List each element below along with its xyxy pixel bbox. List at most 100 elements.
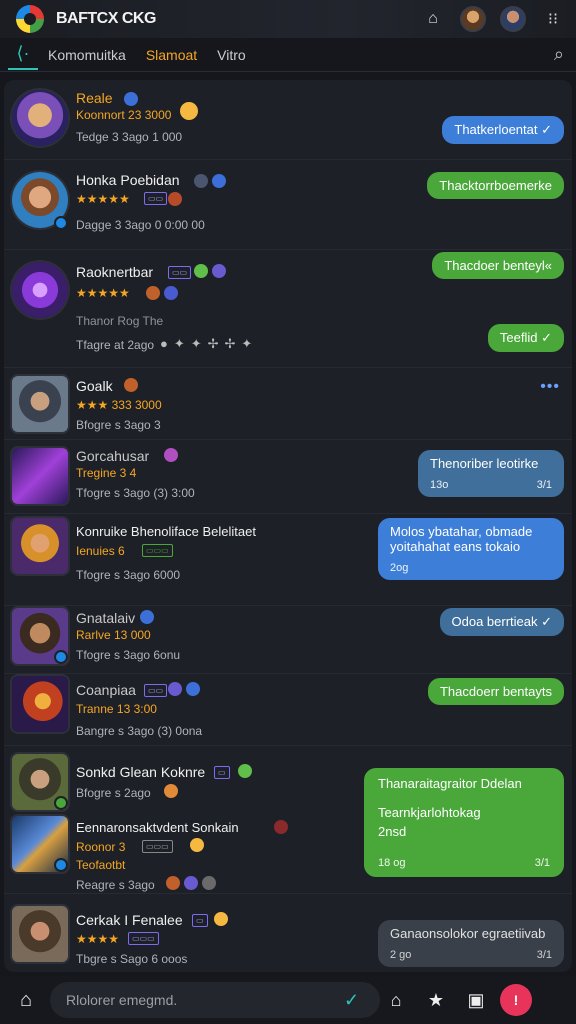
emoji-icon bbox=[194, 264, 208, 278]
message-line-2: yoitahahat eans tokaio bbox=[390, 539, 521, 554]
avatar bbox=[12, 448, 68, 504]
avatar bbox=[12, 376, 68, 432]
message-input[interactable] bbox=[50, 982, 380, 1018]
search-icon[interactable]: ⌕ bbox=[554, 44, 564, 65]
rating-stars: ★★★★★ bbox=[76, 286, 130, 300]
message-bubble[interactable]: Thacdoer benteyl« bbox=[432, 252, 564, 279]
emoji-icon bbox=[168, 682, 182, 696]
message-line-2: Tearnkjarlohtokag bbox=[378, 805, 481, 820]
message-time: 13o bbox=[430, 479, 449, 491]
emoji-icon bbox=[214, 912, 228, 926]
back-icon[interactable]: ⟨· bbox=[8, 40, 38, 70]
message-bubble[interactable]: Teeflid ✓ bbox=[487, 324, 564, 352]
message-count: 3/1 bbox=[534, 857, 550, 869]
contact-name: Reale bbox=[76, 90, 113, 106]
tab-3[interactable]: Vitro bbox=[207, 38, 256, 72]
online-badge bbox=[54, 216, 68, 230]
last-seen: Tfogre s 3ago 6000 bbox=[76, 568, 181, 582]
contact-name: Gorcahusar bbox=[76, 448, 150, 464]
more-options-icon[interactable]: ⁝⁝ bbox=[540, 6, 566, 32]
send-icon[interactable]: ✓ bbox=[344, 990, 372, 1011]
profile-avatar[interactable] bbox=[460, 6, 486, 32]
contact-name: Gnatalaiv bbox=[76, 610, 136, 626]
last-seen: Bfogre s 2ago bbox=[76, 786, 151, 800]
contact-name: Raoknertbar bbox=[76, 264, 154, 280]
chat-row[interactable]: Raoknertbar ▭▭ ★★★★★ Thanor Rog The Tfag… bbox=[4, 250, 572, 368]
emoji-icon bbox=[212, 264, 226, 278]
message-time: 2 go bbox=[390, 949, 412, 961]
message-bubble[interactable]: Ganaonsolokor egraetiivab 2 go 3/1 bbox=[378, 920, 564, 967]
last-seen: Tedge 3 3ago 1 000 bbox=[76, 130, 183, 144]
level-tag: ▭ bbox=[192, 914, 208, 927]
avatar bbox=[12, 90, 68, 146]
chat-list: Reale Koonnort 23 3000 Tedge 3 3ago 1 00… bbox=[4, 80, 572, 972]
status-icon bbox=[194, 174, 208, 188]
level-tag: ▭▭▭ bbox=[142, 544, 173, 557]
message-count: 3/1 bbox=[536, 949, 552, 961]
avatar bbox=[12, 518, 68, 574]
message-time: 2og bbox=[390, 562, 409, 574]
message-text: Thenoriber leotirke bbox=[430, 456, 539, 471]
chat-row[interactable]: Gnatalaiv Rarlve 13 000 Tfogre s 3ago 6o… bbox=[4, 606, 572, 674]
tab-2[interactable]: Slamoat bbox=[136, 38, 207, 72]
verified-icon bbox=[212, 174, 226, 188]
status-text: Thanor Rog The bbox=[76, 314, 164, 328]
store-icon[interactable]: ⌂ bbox=[420, 6, 446, 32]
chat-row[interactable]: Goalk ★★★ 333 3000 Bfogre s 3ago 3 ••• bbox=[4, 368, 572, 440]
emoji-icon bbox=[146, 286, 160, 300]
tab-bar: ⟨· Komomuitka Slamoat Vitro ⌕ bbox=[0, 38, 576, 72]
last-seen: Bfogre s 3ago 3 bbox=[76, 418, 161, 432]
emoji-icon bbox=[184, 876, 198, 890]
message-line-3: 2nsd bbox=[378, 824, 407, 839]
shop-icon[interactable]: ⌂ bbox=[380, 984, 412, 1016]
chat-row[interactable]: Reale Koonnort 23 3000 Tedge 3 3ago 1 00… bbox=[4, 80, 572, 160]
online-badge bbox=[54, 796, 68, 810]
chat-row[interactable]: Konruike Bhenoliface Belelitaet Ienuies … bbox=[4, 514, 572, 606]
chat-row[interactable]: Coanpiaa ▭▭ Tranne 13 3:00 Bangre s 3ago… bbox=[4, 674, 572, 746]
message-line-1: Thanaraitagraitor Ddelan bbox=[378, 776, 522, 791]
last-seen: Bangre s 3ago (3) 0ona bbox=[76, 724, 203, 738]
last-seen: Tfagre at 2ago bbox=[76, 338, 155, 352]
message-bubble[interactable]: Molos ybatahar, obmade yoitahahat eans t… bbox=[378, 518, 564, 580]
star-icon[interactable]: ★ bbox=[420, 984, 452, 1016]
contact-subtitle: Tregine 3 4 bbox=[76, 466, 137, 480]
message-bubble[interactable]: Thacktorrboemerke bbox=[427, 172, 564, 199]
chat-row[interactable]: Cerkak I Fenalee ▭ ★★★★ ▭▭▭ Tbgre s Sago… bbox=[4, 894, 572, 972]
chat-row[interactable]: Honka Poebidan ★★★★★ ▭▭ Dagge 3 3ago 0 0… bbox=[4, 160, 572, 250]
emoji-icon bbox=[180, 102, 198, 120]
typing-indicator: ••• bbox=[540, 378, 560, 395]
online-badge bbox=[54, 650, 68, 664]
message-bubble[interactable]: Thacdoerr bentayts bbox=[427, 678, 564, 705]
contact-name: Goalk bbox=[76, 378, 113, 394]
level-tag: ▭ bbox=[214, 766, 230, 779]
chat-row[interactable]: Sonkd Glean Koknre ▭ Bfogre s 2ago Eenna… bbox=[4, 746, 572, 894]
contact-subtitle: Koonnort 23 3000 bbox=[76, 108, 172, 122]
contact-subtitle: Tranne 13 3:00 bbox=[76, 702, 157, 716]
level-tag: ▭▭ bbox=[144, 192, 168, 205]
contact-subtitle: Ienuies 6 bbox=[76, 544, 125, 558]
message-text: Ganaonsolokor egraetiivab bbox=[390, 926, 546, 941]
tab-1[interactable]: Komomuitka bbox=[38, 38, 136, 72]
game-icon[interactable]: ▣ bbox=[460, 984, 492, 1016]
message-bubble[interactable]: Thenoriber leotirke 13o 3/1 bbox=[418, 450, 564, 497]
rating-stars: ★★★★ bbox=[76, 932, 120, 946]
emoji-icon bbox=[124, 378, 138, 392]
contact-name: Cerkak I Fenalee bbox=[76, 912, 183, 928]
level-tag: ▭▭▭ bbox=[128, 932, 159, 945]
emoji-icon bbox=[190, 838, 204, 852]
avatar bbox=[12, 262, 68, 318]
message-bubble[interactable]: Odoa berrtieak ✓ bbox=[439, 608, 564, 636]
message-bubble[interactable]: Thatkerloentat ✓ bbox=[442, 116, 564, 144]
message-bubble[interactable]: Thanaraitagraitor Ddelan Tearnkjarlohtok… bbox=[364, 768, 564, 877]
notification-icon[interactable]: ! bbox=[500, 984, 532, 1016]
last-seen: Reagre s 3ago bbox=[76, 878, 155, 892]
friend-avatar[interactable] bbox=[500, 6, 526, 32]
contact-subtitle: Rarlve 13 000 bbox=[76, 628, 151, 642]
chat-row[interactable]: Gorcahusar Tregine 3 4 Tfogre s 3ago (3)… bbox=[4, 440, 572, 514]
level-tag: ▭▭▭ bbox=[142, 840, 173, 853]
emoji-icon bbox=[164, 448, 178, 462]
verified-icon bbox=[124, 92, 138, 106]
home-icon[interactable]: ⌂ bbox=[10, 984, 42, 1016]
last-seen: Tbgre s Sago 6 ooos bbox=[76, 952, 188, 966]
emoji-icon bbox=[164, 286, 178, 300]
